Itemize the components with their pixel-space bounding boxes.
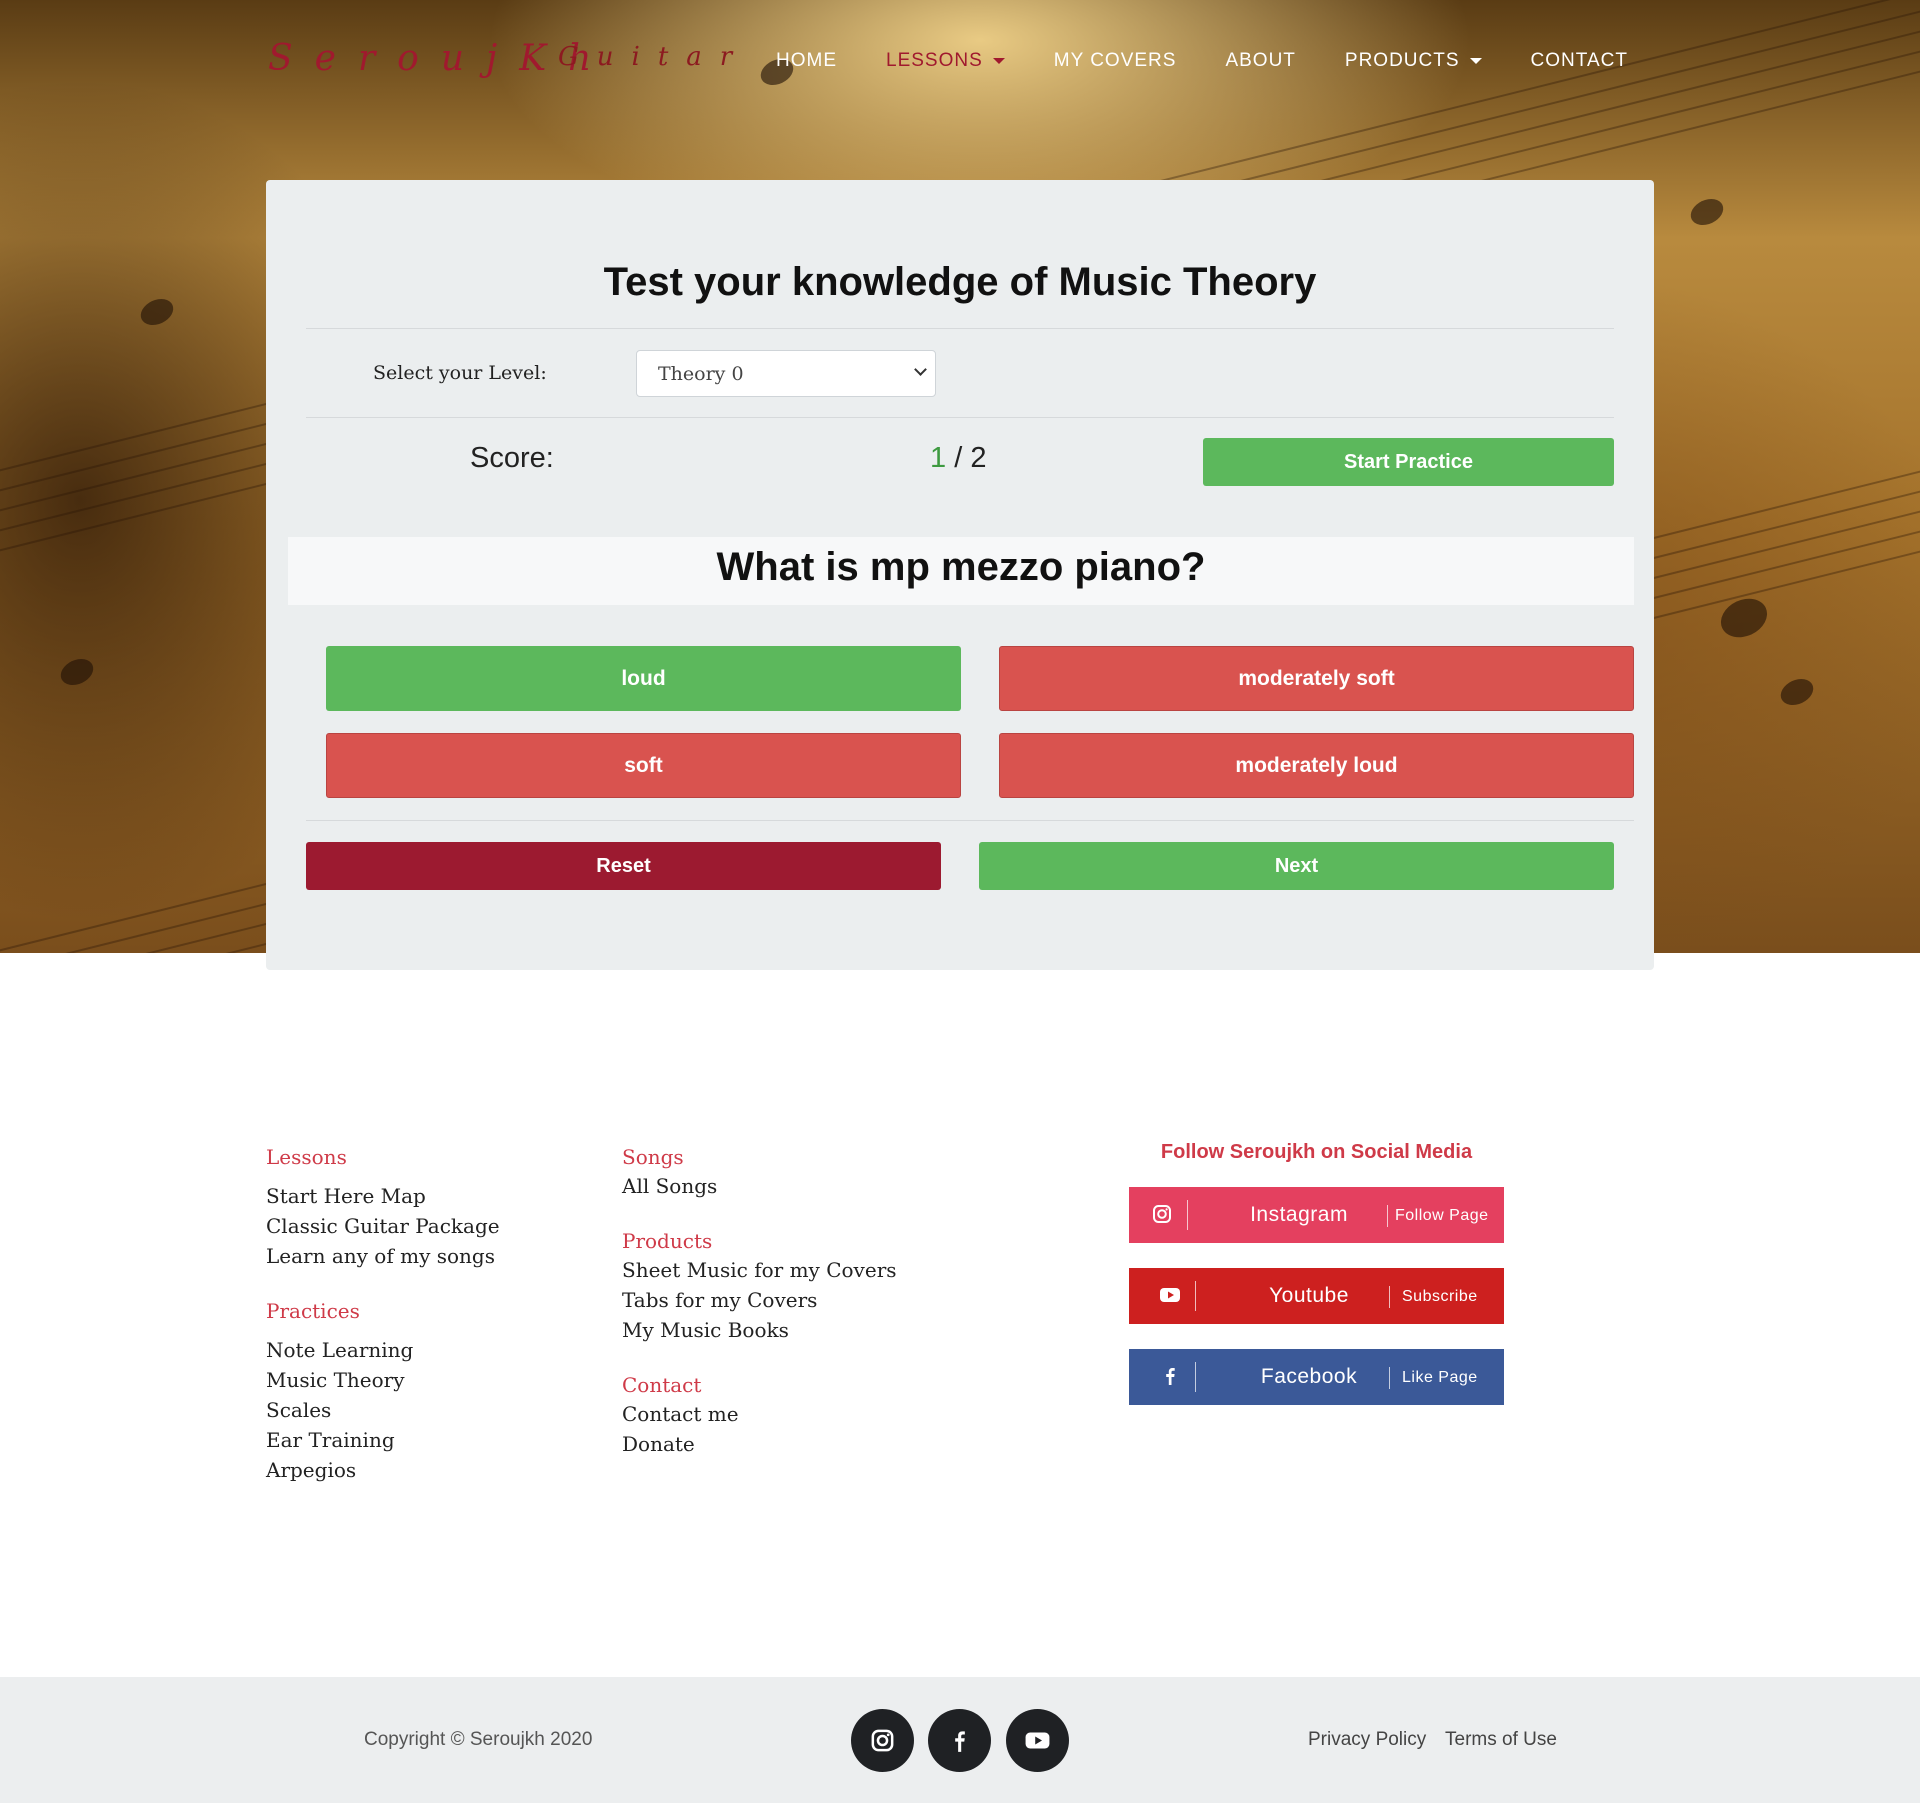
footer-heading-songs[interactable]: Songs [622, 1145, 897, 1169]
separator [1195, 1362, 1196, 1392]
answer-button-3[interactable]: soft [326, 733, 961, 798]
reset-button[interactable]: Reset [306, 842, 941, 890]
footer-heading-lessons[interactable]: Lessons [266, 1145, 500, 1169]
nav-lessons-label: LESSONS [886, 50, 983, 71]
footer-link[interactable]: Contact me [622, 1399, 897, 1429]
footer-link[interactable]: Classic Guitar Package [266, 1211, 500, 1241]
footer-link[interactable]: Note Learning [266, 1335, 500, 1365]
footer-link[interactable]: Ear Training [266, 1425, 500, 1455]
footer-heading-products[interactable]: Products [622, 1229, 897, 1253]
nav-about[interactable]: ABOUT [1225, 50, 1295, 72]
level-label: Select your Level: [373, 362, 547, 384]
main-nav: HOME LESSONS MY COVERS ABOUT PRODUCTS CO… [776, 50, 1677, 72]
social-action: Like Page [1402, 1369, 1478, 1386]
start-practice-button[interactable]: Start Practice [1203, 438, 1614, 486]
youtube-subscribe-button[interactable]: Youtube Subscribe [1129, 1268, 1504, 1324]
terms-of-use-link[interactable]: Terms of Use [1445, 1729, 1557, 1751]
social-name: Facebook [1260, 1365, 1358, 1388]
score-separator: / [946, 442, 971, 474]
answer-button-4[interactable]: moderately loud [999, 733, 1634, 798]
social-name: Instagram [1250, 1203, 1348, 1226]
nav-contact[interactable]: CONTACT [1531, 50, 1628, 72]
chevron-down-icon [1469, 57, 1482, 64]
footer-link[interactable]: Sheet Music for my Covers [622, 1255, 897, 1285]
instagram-follow-button[interactable]: Instagram Follow Page [1129, 1187, 1504, 1243]
youtube-icon [1160, 1288, 1180, 1302]
facebook-icon [1166, 1368, 1175, 1385]
footer-link[interactable]: Scales [266, 1395, 500, 1425]
footer-link[interactable]: Arpegios [266, 1455, 500, 1485]
facebook-icon [955, 1731, 965, 1752]
footer-heading-practices[interactable]: Practices [266, 1299, 500, 1323]
answer-button-1[interactable]: loud [326, 646, 961, 711]
footer-link[interactable]: Learn any of my songs [266, 1241, 500, 1271]
footer-link[interactable]: Tabs for my Covers [622, 1285, 897, 1315]
instagram-circle-button[interactable] [851, 1709, 914, 1772]
score-value: 1 / 2 [930, 442, 986, 475]
footer-heading-contact[interactable]: Contact [622, 1373, 897, 1397]
social-action: Subscribe [1402, 1288, 1478, 1305]
youtube-circle-button[interactable] [1006, 1709, 1069, 1772]
social-action: Follow Page [1395, 1207, 1489, 1224]
footer-col-lessons: Lessons Start Here Map Classic Guitar Pa… [266, 1145, 500, 1485]
nav-my-covers[interactable]: MY COVERS [1054, 50, 1177, 72]
separator [1195, 1281, 1196, 1311]
separator [1387, 1205, 1388, 1227]
level-select[interactable]: Theory 0 [636, 350, 936, 397]
privacy-policy-link[interactable]: Privacy Policy [1308, 1729, 1426, 1751]
score-label: Score: [470, 442, 554, 474]
bottom-bar: Copyright © Seroujkh 2020 Privacy Policy… [0, 1677, 1920, 1803]
footer-link[interactable]: Start Here Map [266, 1181, 500, 1211]
footer-link[interactable]: All Songs [622, 1171, 897, 1201]
separator [1389, 1367, 1390, 1389]
quiz-title: Test your knowledge of Music Theory [603, 260, 1317, 304]
level-select-value: Theory 0 [658, 363, 744, 385]
score-total: 2 [970, 442, 987, 474]
divider [306, 328, 1614, 329]
separator [1389, 1286, 1390, 1308]
footer-col-songs: Songs All Songs Products Sheet Music for… [622, 1145, 897, 1459]
divider [306, 417, 1614, 418]
separator [1187, 1200, 1188, 1230]
brand-logo[interactable]: SeroujKh Guitar [268, 38, 732, 79]
facebook-like-button[interactable]: Facebook Like Page [1129, 1349, 1504, 1405]
footer-link[interactable]: Donate [622, 1429, 897, 1459]
footer-link[interactable]: My Music Books [622, 1315, 897, 1345]
nav-home[interactable]: HOME [776, 50, 837, 72]
answer-button-2[interactable]: moderately soft [999, 646, 1634, 711]
social-name: Youtube [1269, 1284, 1349, 1307]
social-title: Follow Seroujkh on Social Media [1160, 1141, 1473, 1163]
divider [306, 820, 1634, 821]
instagram-icon [871, 1729, 894, 1752]
nav-products-label: PRODUCTS [1344, 50, 1460, 71]
chevron-down-icon [914, 363, 927, 376]
instagram-icon [1153, 1205, 1171, 1223]
brand-sub: Guitar [558, 42, 751, 72]
nav-lessons[interactable]: LESSONS [886, 50, 1005, 72]
chevron-down-icon [992, 57, 1005, 64]
score-current: 1 [930, 442, 947, 474]
question-text: What is mp mezzo piano? [288, 537, 1634, 605]
footer-link[interactable]: Music Theory [266, 1365, 500, 1395]
next-button[interactable]: Next [979, 842, 1614, 890]
nav-products[interactable]: PRODUCTS [1345, 50, 1482, 72]
quiz-card: Test your knowledge of Music Theory Sele… [266, 180, 1654, 970]
youtube-icon [1025, 1732, 1050, 1749]
copyright: Copyright © Seroujkh 2020 [364, 1729, 593, 1750]
facebook-circle-button[interactable] [928, 1709, 991, 1772]
